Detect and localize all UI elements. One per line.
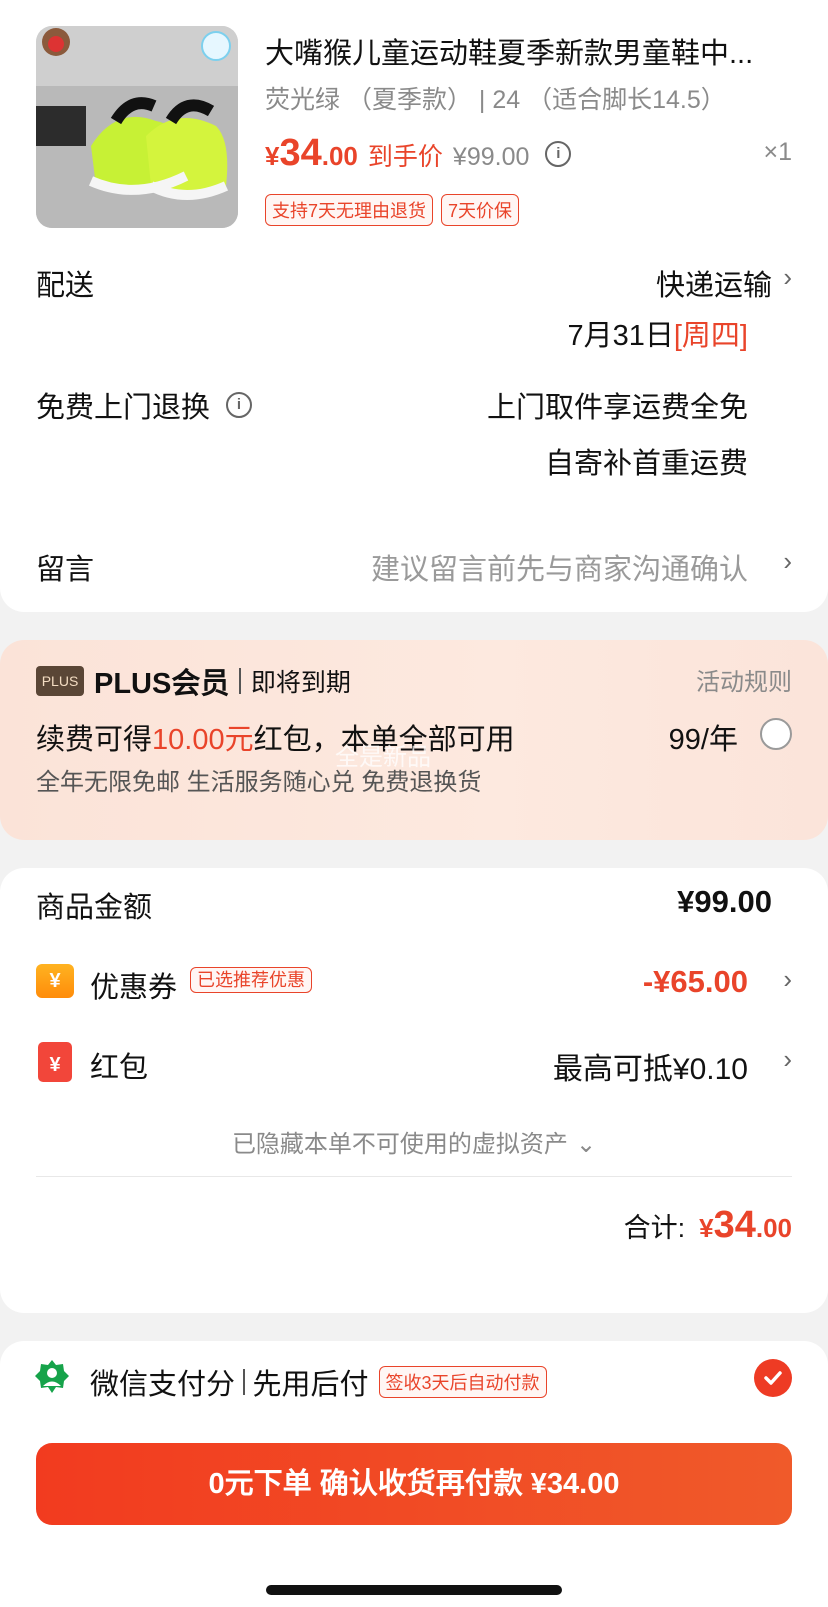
chevron-right-icon[interactable]: ›: [783, 964, 792, 995]
coupon-icon: ¥: [36, 964, 74, 998]
red-packet-value[interactable]: 最高可抵¥0.10: [553, 1044, 748, 1088]
coupon-label: 优惠券: [90, 972, 178, 1004]
info-icon[interactable]: i: [226, 392, 253, 418]
divider: [36, 1176, 792, 1177]
plus-renew-offer: 续费可得10.00元红包，本单全部可用: [36, 716, 515, 758]
price-row: ¥ 34 .00 到手价 ¥99.00 i: [265, 132, 572, 176]
coupon-tag: 已选推荐优惠: [190, 966, 312, 993]
total-label: 合计:: [623, 1213, 686, 1243]
chevron-right-icon[interactable]: ›: [783, 1044, 792, 1075]
plus-badge: PLUS: [36, 666, 84, 696]
original-price: ¥99.00: [452, 143, 530, 171]
divider: [239, 668, 241, 694]
watermark-text: 全是新品: [335, 744, 431, 771]
service-tags: 支持7天无理由退货 7天价保: [265, 194, 520, 226]
home-indicator: [266, 1585, 562, 1595]
goods-amount-value: ¥99.00: [677, 884, 772, 919]
return-service-label: 免费上门退换: [36, 392, 211, 424]
return-service-line2: 自寄补首重运费: [544, 448, 748, 480]
red-packet-label: 红包: [90, 1052, 149, 1084]
plus-header: PLUS PLUS会员 即将到期: [36, 660, 351, 702]
coupon-value[interactable]: -¥65.00: [643, 964, 748, 1000]
delivery-date[interactable]: 7月31日[周四]: [567, 312, 748, 354]
price-decimal: .00: [321, 141, 358, 171]
submit-order-button[interactable]: 0元下单 确认收货再付款 ¥34.00: [36, 1443, 792, 1525]
payment-sub-label: 先用后付: [252, 1369, 369, 1401]
plus-radio[interactable]: [760, 718, 792, 750]
red-packet-icon: ¥: [38, 1042, 72, 1082]
plus-price: 99/年: [668, 724, 738, 756]
tag-price-protect: 7天价保: [441, 194, 520, 226]
chevron-down-icon: ⌄: [575, 1131, 597, 1158]
product-sku[interactable]: 荧光绿 （夏季款） | 24 （适合脚长14.5）: [265, 80, 726, 116]
price-symbol: ¥: [265, 141, 280, 171]
price-integer: 34: [279, 132, 322, 174]
plus-status: 即将到期: [250, 669, 351, 697]
renew-amount: 10.00元: [152, 724, 254, 756]
order-item-card: 大嘴猴儿童运动鞋夏季新款男童鞋中... 荧光绿 （夏季款） | 24 （适合脚长…: [0, 0, 828, 612]
tag-7day-return: 支持7天无理由退货: [265, 194, 434, 226]
hidden-assets-text: 已隐藏本单不可使用的虚拟资产: [231, 1131, 568, 1158]
plus-membership-card: PLUS PLUS会员 即将到期 活动规则 续费可得10.00元红包，本单全部可…: [0, 640, 828, 840]
price-info-icon[interactable]: i: [545, 141, 572, 167]
return-service-line1: 上门取件享运费全免: [486, 392, 748, 424]
plus-rules-link[interactable]: 活动规则: [696, 662, 792, 697]
quantity[interactable]: ×1: [763, 138, 792, 167]
payment-method-label: 微信支付分: [90, 1369, 236, 1401]
note-label: 留言: [36, 554, 95, 586]
chevron-right-icon[interactable]: ›: [783, 262, 792, 293]
final-price-label: 到手价: [367, 143, 443, 171]
total-decimal: .00: [755, 1213, 792, 1243]
hidden-assets-toggle[interactable]: 已隐藏本单不可使用的虚拟资产 ⌄: [0, 1124, 828, 1159]
delivery-method[interactable]: 快递运输: [656, 262, 772, 304]
product-title[interactable]: 大嘴猴儿童运动鞋夏季新款男童鞋中...: [265, 30, 795, 72]
renew-prefix: 续费可得: [36, 724, 153, 756]
delivery-weekday: [周四]: [673, 320, 748, 352]
payment-method[interactable]: 微信支付分 先用后付 签收3天后自动付款: [90, 1361, 547, 1403]
total-integer: 34: [713, 1204, 756, 1246]
wechat-pay-score-icon: [34, 1359, 70, 1395]
auto-pay-tag: 签收3天后自动付款: [378, 1366, 547, 1398]
total-symbol: ¥: [699, 1213, 714, 1243]
chevron-right-icon[interactable]: ›: [783, 546, 792, 577]
note-input[interactable]: 建议留言前先与商家沟通确认: [371, 546, 748, 588]
product-image[interactable]: [36, 26, 238, 228]
payment-selected-check-icon[interactable]: [754, 1359, 792, 1397]
divider: [243, 1369, 245, 1395]
goods-amount-label: 商品金额: [36, 892, 153, 924]
plus-title: PLUS会员: [94, 668, 230, 700]
delivery-date-text: 7月31日: [567, 320, 674, 352]
total-row: 合计: ¥ 34 .00: [624, 1204, 792, 1247]
coupon-recommended-tag: 已选推荐优惠: [190, 967, 312, 993]
return-service-row: 免费上门退换 i: [36, 384, 253, 426]
delivery-label: 配送: [36, 270, 95, 302]
amount-card: 商品金额 ¥99.00 ¥ 优惠券 已选推荐优惠 -¥65.00 › ¥ 红包 …: [0, 868, 828, 1313]
